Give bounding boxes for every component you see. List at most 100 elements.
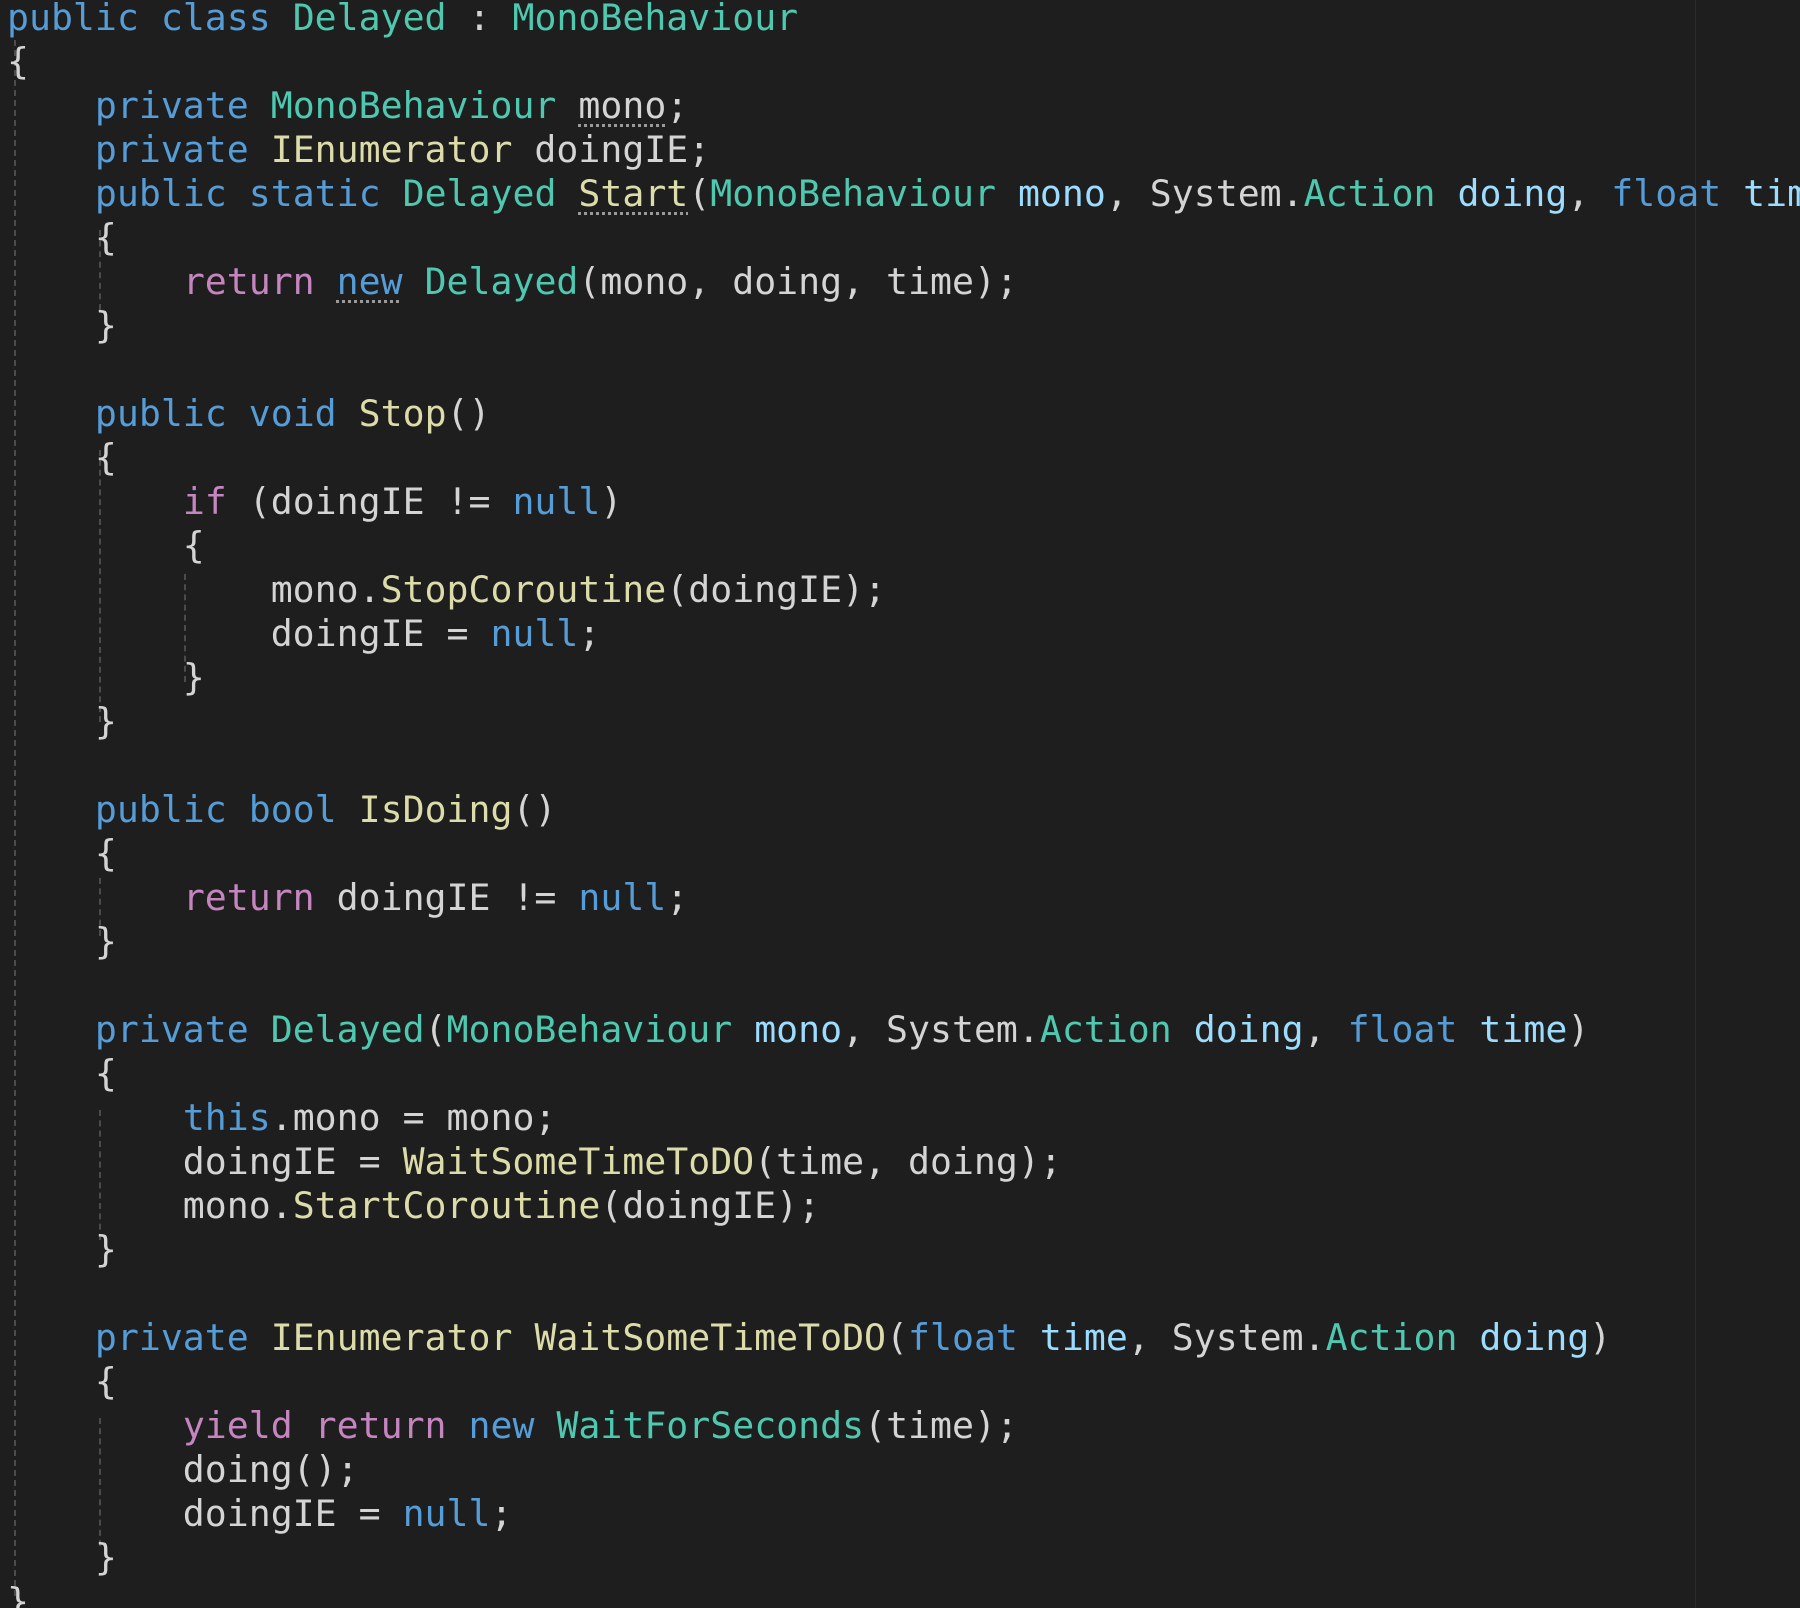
code-line[interactable]: return new Delayed(mono, doing, time);: [7, 260, 1018, 304]
code-token: float: [1611, 172, 1722, 215]
code-token: , System.: [1105, 172, 1304, 215]
code-token: WaitSomeTimeToDO: [402, 1140, 755, 1183]
code-line[interactable]: {: [7, 436, 117, 480]
code-token: time: [1039, 1316, 1128, 1359]
code-token: {: [7, 524, 205, 567]
code-token: static: [248, 172, 381, 215]
code-token: null: [578, 876, 667, 919]
code-token: doing: [1193, 1008, 1304, 1051]
code-token: new: [336, 260, 403, 303]
code-token: doingIE =: [7, 612, 491, 655]
code-token: :: [446, 0, 513, 39]
code-token: mono.: [7, 568, 381, 611]
code-token: Start: [578, 172, 689, 215]
code-token: (doingIE !=: [226, 480, 513, 523]
code-line[interactable]: private IEnumerator WaitSomeTimeToDO(flo…: [7, 1316, 1611, 1360]
code-token: }: [7, 1228, 117, 1271]
code-line[interactable]: public class Delayed : MonoBehaviour: [7, 0, 798, 40]
code-token: time: [1743, 172, 1800, 215]
code-line[interactable]: {: [7, 1360, 117, 1404]
code-line[interactable]: doingIE = null;: [7, 1492, 513, 1536]
code-line[interactable]: }: [7, 1228, 117, 1272]
code-line[interactable]: {: [7, 524, 205, 568]
code-token: }: [7, 1536, 117, 1579]
code-token: ,: [1303, 1008, 1348, 1051]
code-token: ;: [666, 876, 689, 919]
code-token: {: [7, 40, 29, 83]
code-token: (time, doing);: [754, 1140, 1062, 1183]
code-line[interactable]: this.mono = mono;: [7, 1096, 557, 1140]
code-token: ;: [666, 84, 689, 127]
code-token: Action: [1325, 1316, 1458, 1359]
code-line[interactable]: doing();: [7, 1448, 359, 1492]
code-line[interactable]: {: [7, 1052, 117, 1096]
code-token: float: [1347, 1008, 1458, 1051]
code-token: private: [94, 128, 249, 171]
code-token: MonoBehaviour: [446, 1008, 733, 1051]
code-token: doing: [1479, 1316, 1590, 1359]
code-token: Delayed: [402, 172, 557, 215]
code-token: bool: [248, 788, 337, 831]
code-token: ): [1589, 1316, 1612, 1359]
code-editor[interactable]: public class Delayed : MonoBehaviour{ pr…: [0, 0, 1800, 1608]
code-line[interactable]: }: [7, 920, 117, 964]
code-line[interactable]: }: [7, 700, 117, 744]
code-line[interactable]: mono.StopCoroutine(doingIE);: [7, 568, 886, 612]
code-line[interactable]: return doingIE != null;: [7, 876, 688, 920]
code-token: StartCoroutine: [292, 1184, 601, 1227]
code-line[interactable]: {: [7, 40, 29, 84]
code-token: null: [402, 1492, 491, 1535]
code-token: StopCoroutine: [380, 568, 667, 611]
code-line[interactable]: private IEnumerator doingIE;: [7, 128, 710, 172]
code-line[interactable]: yield return new WaitForSeconds(time);: [7, 1404, 1018, 1448]
code-line[interactable]: public static Delayed Start(MonoBehaviou…: [7, 172, 1800, 216]
code-line[interactable]: }: [7, 1536, 117, 1580]
code-line[interactable]: private Delayed(MonoBehaviour mono, Syst…: [7, 1008, 1589, 1052]
code-token: public: [7, 0, 139, 39]
code-line[interactable]: }: [7, 1580, 29, 1608]
code-token: (time);: [864, 1404, 1018, 1447]
code-token: IEnumerator: [270, 128, 513, 171]
code-token: (mono, doing, time);: [578, 260, 1018, 303]
code-line[interactable]: {: [7, 832, 117, 876]
code-token: return: [182, 876, 315, 919]
code-token: {: [7, 436, 117, 479]
code-line[interactable]: doingIE = WaitSomeTimeToDO(time, doing);: [7, 1140, 1062, 1184]
code-token: , System.: [842, 1008, 1040, 1051]
code-line[interactable]: private MonoBehaviour mono;: [7, 84, 688, 128]
code-token: class: [160, 0, 271, 39]
code-line[interactable]: mono.StartCoroutine(doingIE);: [7, 1184, 820, 1228]
code-token: }: [7, 1580, 29, 1608]
code-token: WaitForSeconds: [556, 1404, 865, 1447]
code-token: ;: [490, 1492, 513, 1535]
code-line[interactable]: if (doingIE != null): [7, 480, 623, 524]
code-line[interactable]: }: [7, 656, 205, 700]
code-line[interactable]: public bool IsDoing(): [7, 788, 557, 832]
code-token: doing();: [7, 1448, 359, 1491]
code-token: ): [600, 480, 623, 523]
code-line[interactable]: doingIE = null;: [7, 612, 601, 656]
code-line[interactable]: public void Stop(): [7, 392, 491, 436]
code-token: {: [7, 1052, 117, 1095]
code-token: Delayed: [424, 260, 579, 303]
code-line[interactable]: }: [7, 304, 117, 348]
code-line[interactable]: {: [7, 216, 117, 260]
